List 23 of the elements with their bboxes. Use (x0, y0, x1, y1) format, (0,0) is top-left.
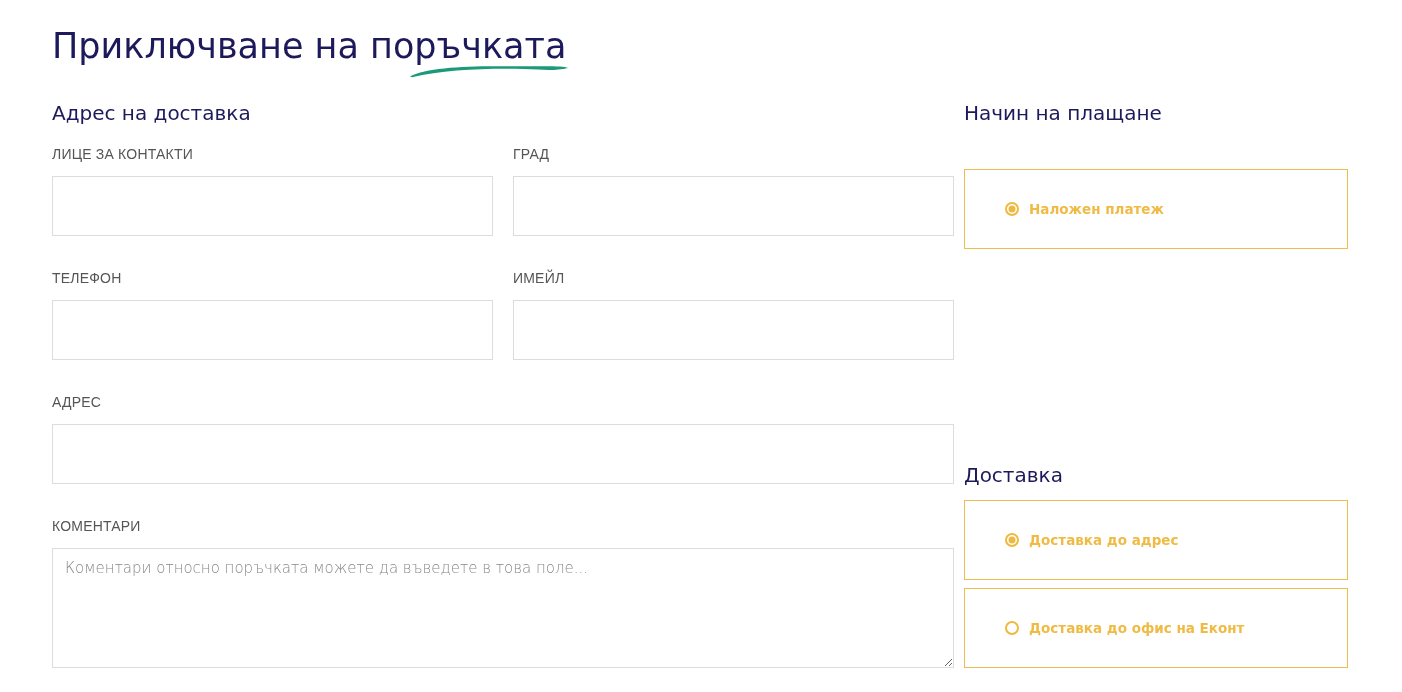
input-field[interactable] (52, 176, 493, 236)
field-label: ГРАД (513, 146, 551, 162)
radio-button[interactable] (1005, 621, 1019, 635)
page-title: Приключване на поръчката (52, 27, 567, 65)
comment-field[interactable]: Коментари относно поръчката можете да въведете в това поле... (52, 548, 954, 668)
input-field[interactable] (513, 176, 954, 236)
brush-stroke-icon (408, 64, 570, 78)
radio-button[interactable] (1005, 202, 1019, 216)
payment-option[interactable]: Наложен платеж (964, 169, 1348, 249)
delivery-option[interactable]: Доставка до офис на Еконт (964, 588, 1348, 668)
section-heading: Адрес на доставка (52, 100, 252, 126)
field-label: ЛИЦЕ ЗА КОНТАКТИ (52, 146, 194, 162)
field-label: КОМЕНТАРИ (52, 518, 142, 534)
input-field[interactable] (52, 300, 493, 360)
radio-button[interactable] (1005, 533, 1019, 547)
field-label: АДРЕС (52, 394, 103, 410)
section-heading: Доставка (964, 462, 1064, 488)
input-field[interactable] (513, 300, 954, 360)
delivery-option[interactable]: Доставка до адрес (964, 500, 1348, 580)
field-label: ТЕЛЕФОН (52, 270, 123, 286)
input-field[interactable] (52, 424, 954, 484)
section-heading: Начин на плащане (964, 100, 1163, 126)
field-label: ИМЕЙЛ (513, 270, 566, 286)
